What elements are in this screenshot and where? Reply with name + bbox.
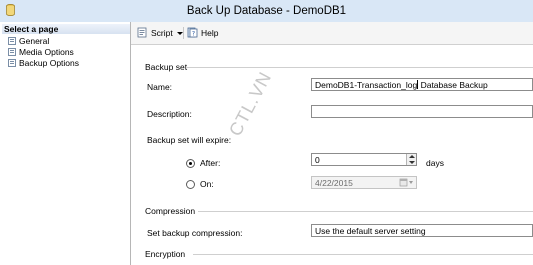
spin-up-icon[interactable] bbox=[409, 155, 415, 158]
help-icon: ? bbox=[187, 27, 198, 38]
script-icon bbox=[137, 27, 147, 38]
after-days-stepper[interactable]: 0 bbox=[311, 153, 417, 166]
after-days-value: 0 bbox=[315, 155, 320, 165]
expire-label: Backup set will expire: bbox=[147, 135, 232, 145]
sidebar-item-label: Media Options bbox=[19, 47, 74, 57]
script-button[interactable]: Script bbox=[137, 26, 183, 40]
sidebar-item-label: General bbox=[19, 36, 50, 46]
section-divider bbox=[187, 67, 533, 68]
on-label: On: bbox=[200, 179, 214, 189]
select-page-header: Select a page bbox=[2, 24, 130, 34]
calendar-dropdown-icon[interactable] bbox=[398, 177, 416, 188]
window-title: Back Up Database - DemoDB1 bbox=[186, 5, 347, 17]
days-label: days bbox=[426, 158, 444, 168]
after-radio[interactable] bbox=[186, 159, 195, 168]
name-value-suffix: Database Backup bbox=[418, 80, 488, 90]
on-radio[interactable] bbox=[186, 180, 195, 189]
script-label: Script bbox=[151, 28, 173, 38]
sidebar-item-label: Backup Options bbox=[19, 58, 80, 68]
page-icon bbox=[8, 48, 16, 56]
name-value-prefix: DemoDB1-Transaction_log bbox=[315, 80, 418, 90]
on-date-picker[interactable]: 4/22/2015 bbox=[311, 176, 417, 189]
page-selector-pane: Select a page General Media Options Back… bbox=[0, 22, 131, 265]
name-label: Name: bbox=[147, 82, 173, 92]
backup-database-dialog: Back Up Database - DemoDB1 Select a page… bbox=[0, 0, 533, 265]
page-icon bbox=[8, 59, 16, 67]
name-field[interactable]: DemoDB1-Transaction_log Database Backup bbox=[311, 78, 533, 91]
spin-down-icon[interactable] bbox=[409, 161, 415, 164]
help-label: Help bbox=[201, 28, 219, 38]
sidebar-item-media-options[interactable]: Media Options bbox=[8, 47, 74, 57]
chevron-down-icon[interactable] bbox=[176, 32, 183, 35]
compression-section-label: Compression bbox=[145, 206, 196, 216]
after-label: After: bbox=[200, 158, 221, 168]
page-icon bbox=[8, 37, 16, 45]
sidebar-item-backup-options[interactable]: Backup Options bbox=[8, 58, 79, 68]
toolbar-separator bbox=[183, 27, 184, 39]
section-divider bbox=[193, 254, 533, 255]
description-label: Description: bbox=[147, 109, 192, 119]
sidebar-item-general[interactable]: General bbox=[8, 36, 49, 46]
on-date-value: 4/22/2015 bbox=[315, 178, 353, 188]
compression-select[interactable]: Use the default server setting bbox=[311, 224, 533, 237]
spin-buttons[interactable] bbox=[406, 154, 416, 165]
help-button[interactable]: ? Help bbox=[187, 26, 218, 40]
options-pane: Script ? Help Backup set Name: DemoDB1-T… bbox=[131, 22, 533, 265]
section-divider bbox=[198, 211, 533, 212]
set-compression-label: Set backup compression: bbox=[147, 228, 243, 238]
backup-set-section-label: Backup set bbox=[145, 62, 188, 72]
encryption-section-label: Encryption bbox=[145, 249, 186, 259]
title-bar[interactable]: Back Up Database - DemoDB1 bbox=[0, 0, 533, 23]
toolbar: Script ? Help bbox=[131, 22, 533, 45]
svg-text:?: ? bbox=[192, 31, 195, 38]
description-field[interactable] bbox=[311, 105, 533, 118]
